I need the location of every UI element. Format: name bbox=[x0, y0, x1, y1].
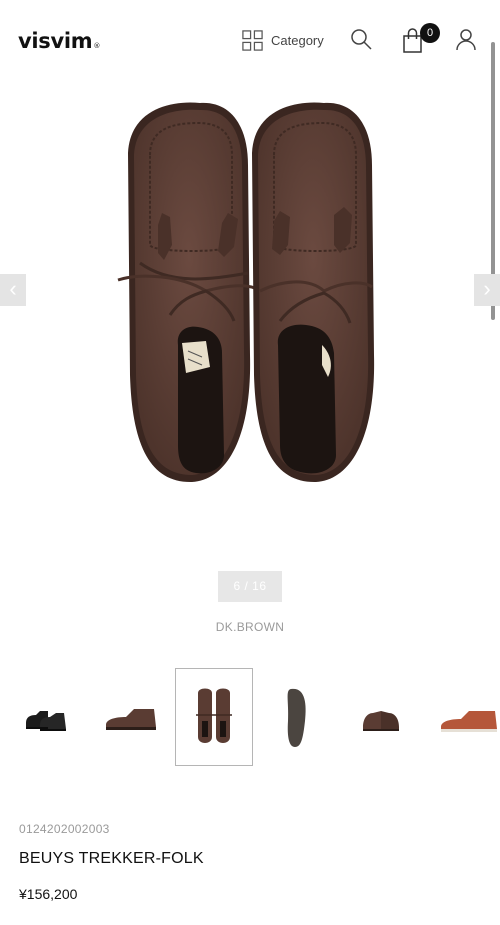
thumbnail-brown-front-pair[interactable] bbox=[342, 668, 420, 766]
user-icon[interactable] bbox=[454, 27, 478, 51]
visvim-logo[interactable]: visvim® bbox=[18, 29, 100, 53]
thumbnail-strip bbox=[0, 668, 500, 768]
cart-count-badge: 0 bbox=[420, 23, 440, 43]
thumbnail-brown-top-pair[interactable] bbox=[175, 668, 253, 766]
product-title: BEUYS TREKKER-FOLK bbox=[19, 850, 204, 867]
image-counter: 6 / 16 bbox=[218, 571, 282, 602]
grid-icon bbox=[242, 29, 263, 51]
search-icon[interactable] bbox=[349, 27, 373, 51]
product-price: ¥156,200 bbox=[19, 886, 78, 902]
thumbnail-tan-side-single[interactable] bbox=[426, 668, 500, 766]
category-label: Category bbox=[271, 32, 324, 48]
next-image-arrow[interactable]: › bbox=[474, 274, 500, 306]
color-name: DK.BROWN bbox=[215, 620, 285, 634]
thumbnail-brown-side-single[interactable] bbox=[91, 668, 169, 766]
registered-mark: ® bbox=[93, 42, 101, 50]
product-main-image bbox=[117, 102, 375, 483]
prev-image-arrow[interactable]: ‹ bbox=[0, 274, 26, 306]
logo-text: visvim bbox=[18, 29, 93, 53]
right-boot bbox=[252, 102, 375, 483]
left-boot bbox=[117, 102, 261, 483]
product-sku: 0124202002003 bbox=[19, 822, 110, 836]
thumbnail-sole-bottom[interactable] bbox=[258, 668, 336, 766]
site-header: visvim® Category 0 bbox=[0, 0, 500, 80]
thumbnail-black-side-pair[interactable] bbox=[7, 668, 85, 766]
category-menu-button[interactable]: Category bbox=[241, 28, 324, 52]
